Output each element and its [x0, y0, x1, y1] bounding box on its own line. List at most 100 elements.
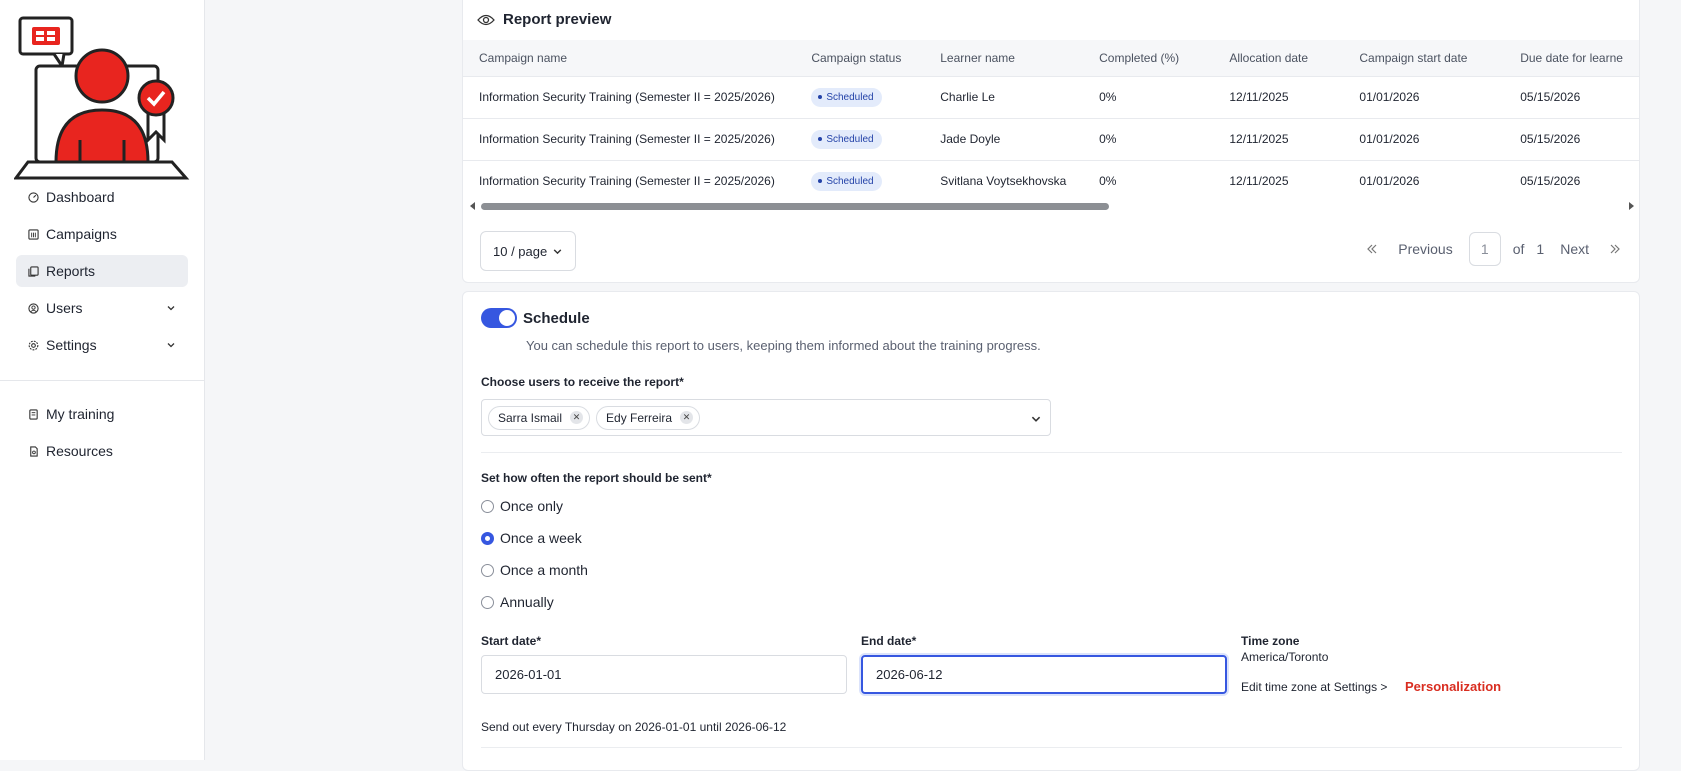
column-header[interactable]: Completed (%)	[1083, 40, 1214, 76]
frequency-option-once-only[interactable]: Once only	[481, 498, 563, 514]
frequency-option-once-a-week[interactable]: Once a week	[481, 530, 582, 546]
sidebar-item-resources[interactable]: Resources	[16, 435, 188, 467]
recipient-name: Edy Ferreira	[606, 410, 673, 425]
radio-label: Once a month	[500, 562, 588, 578]
time-zone-label: Time zone	[1241, 634, 1300, 648]
training-icon	[28, 408, 39, 420]
eye-icon	[477, 14, 495, 25]
cell-status: Scheduled	[795, 117, 925, 160]
table-row: Information Security Training (Semester …	[463, 159, 1639, 200]
users-icon	[28, 302, 39, 314]
status-badge: Scheduled	[811, 87, 882, 107]
schedule-toggle[interactable]	[481, 308, 517, 328]
radio-button[interactable]	[481, 499, 494, 513]
brand-logo	[14, 16, 190, 180]
cell-start: 01/01/2026	[1343, 159, 1505, 200]
status-dot	[818, 95, 823, 99]
column-header[interactable]: Learner name	[924, 40, 1084, 76]
radio-button[interactable]	[481, 563, 494, 577]
end-date-label: End date*	[861, 634, 917, 648]
cell-campaign-name: Information Security Training (Semester …	[463, 75, 796, 118]
cell-due: 05/15/2026	[1504, 159, 1639, 200]
cell-learner: Jade Doyle	[924, 117, 1084, 160]
remove-tag-icon[interactable]: ✕	[570, 411, 584, 424]
remove-tag-icon[interactable]: ✕	[680, 411, 694, 424]
sidebar-item-campaigns[interactable]: Campaigns	[16, 218, 188, 250]
horizontal-scrollbar[interactable]	[469, 200, 1635, 212]
page-size-select[interactable]: 10 / page	[480, 231, 576, 271]
column-header[interactable]: Campaign status	[795, 40, 925, 76]
recipient-tag: Sarra Ismail ✕	[488, 405, 591, 430]
page-size-value: 10 / page	[493, 243, 548, 259]
report-table: Campaign name Campaign status Learner na…	[463, 40, 1639, 200]
chevron-down-icon	[167, 306, 175, 311]
settings-icon	[28, 340, 39, 351]
status-dot	[818, 179, 823, 184]
secondary-nav: My training Resources	[16, 398, 188, 472]
report-preview-title: Report preview	[503, 11, 612, 28]
sidebar-item-label: Dashboard	[46, 189, 115, 205]
cell-completed: 0%	[1083, 117, 1214, 160]
schedule-title: Schedule	[523, 310, 590, 327]
cell-completed: 0%	[1083, 75, 1214, 118]
reports-icon	[28, 265, 39, 277]
cell-due: 05/15/2026	[1504, 75, 1639, 118]
campaigns-icon	[28, 228, 39, 240]
column-header[interactable]: Campaign start date	[1343, 40, 1505, 76]
radio-button[interactable]	[481, 531, 494, 545]
cell-learner: Charlie Le	[924, 75, 1084, 118]
sidebar-item-my-training[interactable]: My training	[16, 398, 188, 430]
previous-page-button[interactable]: Previous	[1398, 241, 1452, 257]
cell-start: 01/01/2026	[1343, 117, 1505, 160]
scroll-right-arrow-icon[interactable]	[1627, 201, 1635, 211]
column-header[interactable]: Allocation date	[1213, 40, 1344, 76]
sidebar-item-settings[interactable]: Settings	[16, 329, 188, 361]
page-number-input[interactable]: 1	[1468, 232, 1501, 266]
cell-status: Scheduled	[795, 75, 925, 118]
chevron-down-icon[interactable]	[1030, 413, 1042, 425]
column-header[interactable]: Due date for learne	[1504, 40, 1639, 76]
table-header-row: Campaign name Campaign status Learner na…	[463, 40, 1639, 76]
sidebar-item-users[interactable]: Users	[16, 292, 188, 324]
recipient-name: Sarra Ismail	[498, 410, 563, 425]
column-header[interactable]: Campaign name	[463, 40, 796, 76]
frequency-option-annually[interactable]: Annually	[481, 594, 554, 610]
cell-completed: 0%	[1083, 159, 1214, 200]
status-text: Scheduled	[826, 133, 874, 145]
chevron-down-icon	[167, 343, 175, 348]
end-date-input[interactable]: 2026-06-12	[861, 655, 1227, 694]
radio-label: Once a week	[500, 530, 582, 546]
start-date-label: Start date*	[481, 634, 542, 648]
page-of-label: of	[1512, 241, 1525, 257]
sidebar: Dashboard Campaigns Reports Users Settin…	[0, 0, 205, 760]
table-row: Information Security Training (Semester …	[463, 117, 1639, 160]
radio-button[interactable]	[481, 595, 494, 609]
start-date-input[interactable]: 2026-01-01	[481, 655, 847, 694]
sidebar-item-reports[interactable]: Reports	[16, 255, 188, 287]
sidebar-item-label: Users	[46, 300, 83, 316]
schedule-card: Schedule You can schedule this report to…	[462, 291, 1640, 771]
sidebar-item-label: Campaigns	[46, 226, 117, 242]
frequency-label: Set how often the report should be sent*	[481, 471, 712, 485]
personalization-link[interactable]: Personalization	[1405, 679, 1501, 694]
frequency-option-once-a-month[interactable]: Once a month	[481, 562, 588, 578]
cell-allocation: 12/11/2025	[1213, 117, 1344, 160]
last-page-icon[interactable]	[1609, 243, 1621, 255]
sidebar-item-dashboard[interactable]: Dashboard	[16, 181, 188, 213]
main-nav: Dashboard Campaigns Reports Users Settin…	[16, 181, 188, 366]
scroll-thumb[interactable]	[481, 203, 1109, 210]
table-row: Information Security Training (Semester …	[463, 75, 1639, 118]
sidebar-item-label: My training	[46, 406, 115, 422]
next-page-button[interactable]: Next	[1560, 241, 1589, 257]
first-page-icon[interactable]	[1366, 243, 1378, 255]
cell-learner: Svitlana Voytsekhovska	[924, 159, 1084, 200]
schedule-description: You can schedule this report to users, k…	[526, 338, 1041, 353]
scroll-left-arrow-icon[interactable]	[469, 201, 477, 211]
toggle-knob	[499, 310, 515, 326]
time-zone-value: America/Toronto	[1241, 650, 1329, 664]
cell-allocation: 12/11/2025	[1213, 159, 1344, 200]
recipients-select[interactable]: Sarra Ismail ✕ Edy Ferreira ✕	[481, 399, 1051, 436]
radio-label: Annually	[500, 594, 554, 610]
cell-allocation: 12/11/2025	[1213, 75, 1344, 118]
recipient-tag: Edy Ferreira ✕	[596, 405, 701, 430]
